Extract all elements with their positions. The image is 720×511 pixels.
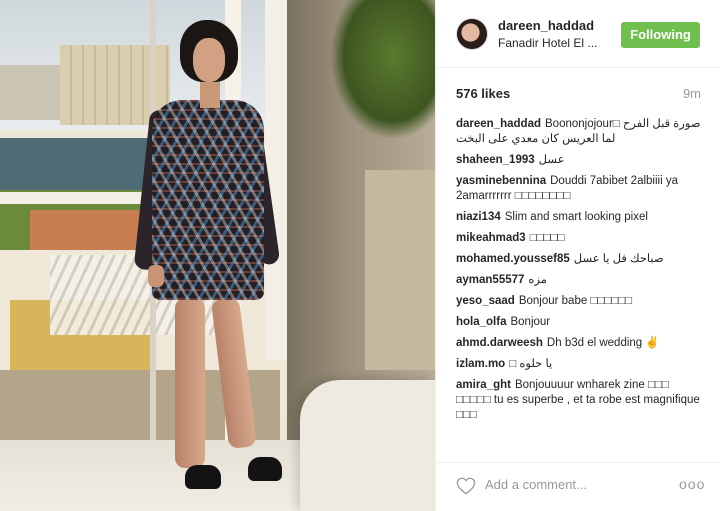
photo-person [133, 20, 290, 500]
comment-username[interactable]: ayman55577 [456, 274, 524, 286]
avatar[interactable] [456, 18, 488, 50]
comment: mohamed.youssef85 صباحك فل يا عسل [456, 252, 704, 267]
comment-username[interactable]: yasminebennina [456, 175, 546, 187]
comment-username[interactable]: dareen_haddad [456, 118, 541, 130]
comment: niazi134 Slim and smart looking pixel [456, 210, 704, 225]
comment-text: □ يا حلوه [509, 358, 553, 370]
comment: dareen_haddad Boononjojour□ صورة قبل الفر… [456, 117, 704, 147]
post-location[interactable]: Fanadir Hotel El ... [498, 36, 608, 50]
comment: yasminebennina Douddi 7abibet 2albiiii ya… [456, 174, 704, 204]
comment-username[interactable]: izlam.mo [456, 358, 505, 370]
person-face [193, 38, 225, 82]
comment-username[interactable]: amira_ght [456, 379, 511, 391]
comment: ahmd.darweesh Dh b3d el wedding ✌ [456, 336, 704, 351]
post-header: dareen_haddad Fanadir Hotel El ... Follo… [436, 0, 720, 68]
likes-row: 576 likes 9m [456, 86, 701, 102]
comment-username[interactable]: shaheen_1993 [456, 154, 535, 166]
photo-buildings-left [0, 65, 60, 120]
photo-plant [330, 0, 435, 140]
comment-text: Slim and smart looking pixel [504, 211, 648, 223]
more-options-icon[interactable]: ooo [679, 476, 705, 492]
comment-username[interactable]: yeso_saad [456, 295, 515, 307]
comment-bar: Add a comment... ooo [436, 462, 720, 511]
likes-count[interactable]: 576 likes [456, 86, 510, 101]
comment: hola_olfa Bonjour [456, 315, 704, 330]
photo-cabinet [365, 170, 435, 370]
comment-text: □□□□□ [529, 232, 565, 244]
comment: shaheen_1993 عسل [456, 153, 704, 168]
photo-chair [300, 380, 435, 511]
following-button[interactable]: Following [621, 22, 700, 48]
comments-list: dareen_haddad Boononjojour□ صورة قبل الفر… [456, 117, 704, 429]
post-username[interactable]: dareen_haddad [498, 18, 594, 33]
post-side-panel: dareen_haddad Fanadir Hotel El ... Follo… [435, 0, 720, 511]
comment: ayman55577 مزه [456, 273, 704, 288]
comment-username[interactable]: mikeahmad3 [456, 232, 526, 244]
comment-text: Dh b3d el wedding ✌ [546, 337, 660, 349]
comment-text: Bonjour babe □□□□□□ [518, 295, 633, 307]
person-hand [148, 265, 164, 287]
post-photo[interactable] [0, 0, 435, 511]
comment-username[interactable]: ahmd.darweesh [456, 337, 543, 349]
heart-outline-icon[interactable] [456, 477, 476, 495]
comment: amira_ght Bonjouuuur wnharek zine □□□ □□□… [456, 378, 704, 423]
person-neck [200, 78, 220, 108]
comment-text: عسل [538, 154, 565, 166]
post-time: 9m [682, 86, 701, 101]
comment: izlam.mo □ يا حلوه [456, 357, 704, 372]
comment: yeso_saad Bonjour babe □□□□□□ [456, 294, 704, 309]
add-comment-input[interactable]: Add a comment... [485, 477, 587, 492]
comment-username[interactable]: hola_olfa [456, 316, 506, 328]
comment-username[interactable]: mohamed.youssef85 [456, 253, 570, 265]
person-dress [152, 100, 264, 300]
photo-water [0, 138, 150, 190]
comment-username[interactable]: niazi134 [456, 211, 501, 223]
comment-text: Bonjour [510, 316, 551, 328]
person-shoe-right [248, 457, 282, 481]
person-leg-right [210, 296, 258, 450]
person-leg-left [175, 298, 205, 468]
person-shoe-left [185, 465, 221, 489]
comment-text: مزه [528, 274, 547, 286]
comment: mikeahmad3 □□□□□ [456, 231, 704, 246]
comment-text: صباحك فل يا عسل [573, 253, 664, 265]
photo-roof [30, 210, 140, 250]
